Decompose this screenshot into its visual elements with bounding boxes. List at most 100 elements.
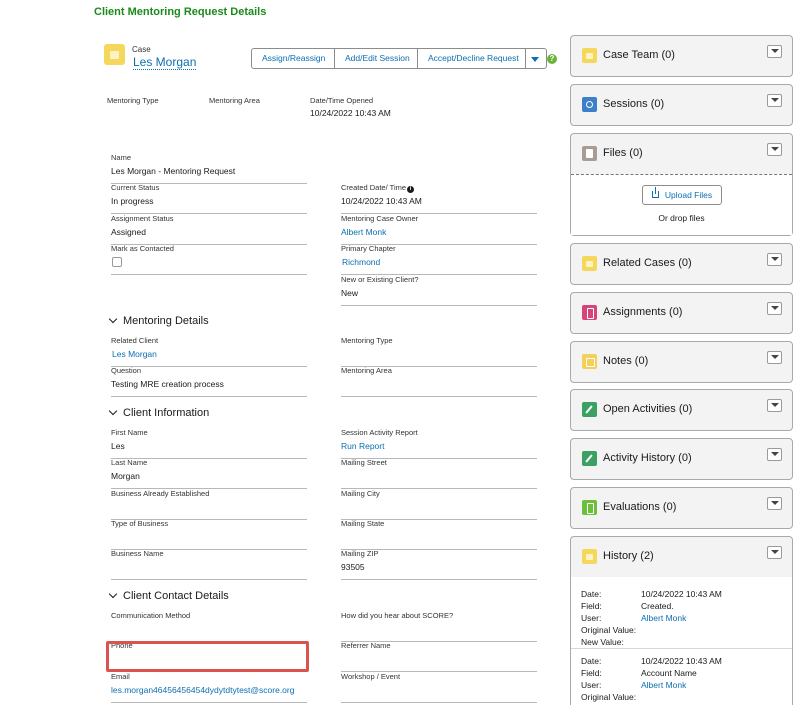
field-label: Current Status	[111, 183, 160, 192]
help-icon[interactable]: ?	[547, 54, 557, 64]
type-of-business-field: Type of Business	[111, 519, 307, 550]
field-label: Session Activity Report	[341, 428, 418, 437]
case-team-title[interactable]: Case Team (0)	[603, 49, 675, 61]
history-original-label: Original Value:	[581, 625, 637, 635]
section-title: Client Information	[123, 407, 210, 419]
created-date-field: Created Date/ Time i 10/24/2022 10:43 AM	[341, 183, 537, 214]
upload-files-button[interactable]: Upload Files	[642, 185, 722, 205]
field-label: Workshop / Event	[341, 672, 401, 681]
files-icon	[582, 146, 597, 161]
open-activities-icon	[582, 402, 597, 417]
field-label: Mentoring Case Owner	[341, 214, 419, 223]
field-label: Mentoring Type	[341, 336, 393, 345]
open-activities-card: Open Activities (0)	[570, 389, 793, 431]
field-label: Mailing ZIP	[341, 549, 379, 558]
record-name-link[interactable]: Les Morgan	[133, 55, 197, 70]
history-list: Date: 10/24/2022 10:43 AM Field: Created…	[571, 577, 792, 705]
primary-chapter-field: Primary Chapter Richmond	[341, 244, 537, 275]
add-edit-session-button[interactable]: Add/Edit Session	[335, 49, 418, 68]
sessions-dropdown-button[interactable]	[767, 94, 782, 107]
assignments-dropdown-button[interactable]	[767, 302, 782, 315]
mailing-state-field: Mailing State	[341, 519, 537, 550]
mailing-street-field: Mailing Street	[341, 458, 537, 489]
file-drop-zone[interactable]: Upload Files Or drop files	[571, 174, 792, 235]
files-title[interactable]: Files (0)	[603, 147, 643, 159]
mark-contacted-checkbox[interactable]	[112, 257, 122, 267]
activity-history-card: Activity History (0)	[570, 438, 793, 480]
primary-chapter-link[interactable]: Richmond	[342, 257, 380, 267]
client-information-section-header[interactable]: Client Information	[108, 406, 210, 419]
field-value: Les	[111, 441, 125, 451]
field-value: New	[341, 288, 359, 298]
history-field-value: Account Name	[641, 668, 697, 678]
action-button-group: Assign/Reassign Add/Edit Session Accept/…	[251, 48, 547, 69]
related-cases-title[interactable]: Related Cases (0)	[603, 257, 692, 269]
history-field-value: Created.	[641, 601, 674, 611]
evaluations-title[interactable]: Evaluations (0)	[603, 501, 676, 513]
chevron-down-icon	[108, 589, 118, 599]
activity-history-dropdown-button[interactable]	[767, 448, 782, 461]
history-card: History (2) Date: 10/24/2022 10:43 AM Fi…	[570, 536, 793, 705]
history-field-label: Field:	[581, 668, 602, 678]
mentoring-details-section-header[interactable]: Mentoring Details	[108, 314, 209, 327]
field-label: Assignment Status	[111, 214, 174, 223]
communication-method-field: Communication Method	[111, 611, 307, 642]
business-established-field: Business Already Established	[111, 489, 307, 520]
field-label: Mailing State	[341, 519, 385, 528]
section-title: Mentoring Details	[123, 315, 209, 327]
field-value: Testing MRE creation process	[111, 379, 224, 389]
history-dropdown-button[interactable]	[767, 546, 782, 559]
field-label: Business Name	[111, 549, 164, 558]
more-actions-dropdown-button[interactable]	[526, 49, 546, 68]
open-activities-dropdown-button[interactable]	[767, 399, 782, 412]
history-user-link[interactable]: Albert Monk	[641, 680, 686, 690]
field-label: Type of Business	[111, 519, 169, 528]
mailing-zip-field: Mailing ZIP 93505	[341, 549, 537, 580]
run-report-link[interactable]: Run Report	[341, 441, 384, 451]
open-activities-title[interactable]: Open Activities (0)	[603, 403, 692, 415]
field-value: 10/24/2022 10:43 AM	[341, 196, 422, 206]
info-icon[interactable]: i	[407, 186, 415, 193]
assign-reassign-button[interactable]: Assign/Reassign	[252, 49, 335, 68]
history-date-label: Date:	[581, 656, 602, 666]
assignments-icon	[582, 305, 597, 320]
history-date-value: 10/24/2022 10:43 AM	[641, 656, 722, 666]
mark-contacted-field: Mark as Contacted	[111, 244, 307, 275]
highlight-opened-label: Date/Time Opened	[310, 96, 374, 105]
history-icon	[582, 549, 597, 564]
mentoring-area-field: Mentoring Area	[341, 366, 537, 397]
client-contact-section-header[interactable]: Client Contact Details	[108, 589, 229, 602]
field-value: Assigned	[111, 227, 146, 237]
notes-dropdown-button[interactable]	[767, 351, 782, 364]
email-link[interactable]: les.morgan46456456454dydytdtytest@score.…	[111, 685, 294, 695]
history-title[interactable]: History (2)	[603, 550, 654, 562]
history-divider	[571, 648, 792, 649]
field-label: First Name	[111, 428, 148, 437]
notes-title[interactable]: Notes (0)	[603, 355, 648, 367]
history-user-link[interactable]: Albert Monk	[641, 613, 686, 623]
workshop-event-field: Workshop / Event	[341, 672, 537, 703]
field-label: Last Name	[111, 458, 148, 467]
case-owner-link[interactable]: Albert Monk	[341, 227, 386, 237]
related-cases-card: Related Cases (0)	[570, 243, 793, 285]
notes-card: Notes (0)	[570, 341, 793, 383]
field-label: Mailing Street	[341, 458, 387, 467]
related-cases-dropdown-button[interactable]	[767, 253, 782, 266]
sessions-title[interactable]: Sessions (0)	[603, 98, 664, 110]
activity-history-title[interactable]: Activity History (0)	[603, 452, 692, 464]
accept-decline-request-button[interactable]: Accept/Decline Request	[418, 49, 526, 68]
session-activity-report-field: Session Activity Report Run Report	[341, 428, 537, 459]
history-user-label: User:	[581, 613, 602, 623]
field-label: Related Client	[111, 336, 159, 345]
field-label: Email	[111, 672, 130, 681]
field-value: In progress	[111, 196, 154, 206]
evaluations-dropdown-button[interactable]	[767, 497, 782, 510]
related-client-link[interactable]: Les Morgan	[112, 349, 157, 359]
files-dropdown-button[interactable]	[767, 143, 782, 156]
assignments-title[interactable]: Assignments (0)	[603, 306, 682, 318]
field-label: How did you hear about SCORE?	[341, 611, 454, 620]
case-team-dropdown-button[interactable]	[767, 45, 782, 58]
field-value: Les Morgan - Mentoring Request	[111, 166, 236, 176]
related-client-field: Related Client Les Morgan	[111, 336, 307, 367]
page-title: Client Mentoring Request Details	[94, 6, 267, 18]
